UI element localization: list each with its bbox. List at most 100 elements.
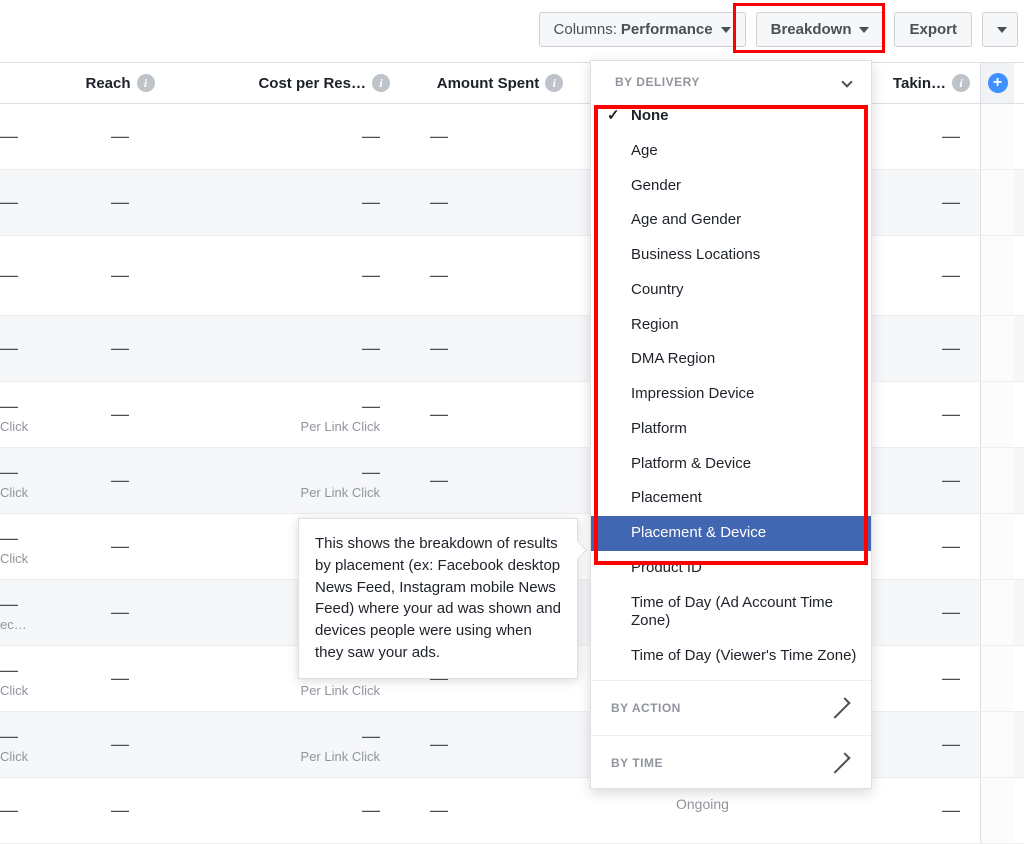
section-header-action[interactable]: BY ACTION: [591, 687, 871, 729]
columns-button[interactable]: Columns: Performance: [539, 12, 746, 47]
menu-item-platform-device[interactable]: Platform & Device: [591, 447, 871, 482]
chevron-right-icon: [829, 697, 850, 718]
menu-item-placement[interactable]: Placement: [591, 481, 871, 516]
export-label: Export: [909, 21, 957, 38]
column-header-amount-spent[interactable]: Amount Spent i: [400, 63, 600, 103]
cell: —: [0, 778, 40, 843]
menu-item-none[interactable]: ✓ None: [591, 99, 871, 134]
menu-item-gender[interactable]: Gender: [591, 169, 871, 204]
export-dropdown-button[interactable]: [982, 12, 1018, 47]
cell: —: [890, 316, 980, 381]
chevron-right-icon: [829, 752, 850, 773]
cell: —Per Link Click: [200, 382, 400, 447]
column-header-reach[interactable]: Reach i: [40, 63, 200, 103]
cell: —: [200, 316, 400, 381]
breakdown-dropdown: BY DELIVERY ✓ None Age Gender Age and Ge…: [590, 60, 872, 789]
cell: [980, 646, 1014, 711]
cell: —: [200, 236, 400, 315]
cell: —: [0, 104, 40, 169]
cell: —Click: [0, 448, 40, 513]
breakdown-label: Breakdown: [771, 21, 852, 38]
cell: —: [40, 170, 200, 235]
add-column-button[interactable]: +: [980, 63, 1014, 103]
check-icon: ✓: [607, 107, 620, 126]
info-icon[interactable]: i: [137, 74, 155, 92]
cell: —: [890, 382, 980, 447]
menu-item-product-id[interactable]: Product ID: [591, 551, 871, 586]
cell: —: [40, 104, 200, 169]
cell: —: [400, 712, 600, 777]
cell: —: [890, 170, 980, 235]
menu-item-impression-device[interactable]: Impression Device: [591, 377, 871, 412]
cell: —: [0, 236, 40, 315]
cell: —ec…: [0, 580, 40, 645]
cell: [980, 104, 1014, 169]
cell: —: [200, 778, 400, 843]
cell: [980, 778, 1014, 843]
cell: —: [890, 778, 980, 843]
cell: [980, 236, 1014, 315]
cell: —Click: [0, 382, 40, 447]
cell: [980, 448, 1014, 513]
cell: [980, 382, 1014, 447]
columns-prefix: Columns:: [554, 21, 617, 38]
export-button[interactable]: Export: [894, 12, 972, 47]
columns-value: Performance: [621, 21, 713, 38]
cell: —Click: [0, 646, 40, 711]
info-icon[interactable]: i: [372, 74, 390, 92]
cell: —: [890, 448, 980, 513]
cell: —: [400, 104, 600, 169]
menu-item-age-gender[interactable]: Age and Gender: [591, 203, 871, 238]
cell: —: [40, 514, 200, 579]
cell: —: [400, 382, 600, 447]
info-icon[interactable]: i: [545, 74, 563, 92]
cell: —: [890, 104, 980, 169]
info-icon[interactable]: i: [952, 74, 970, 92]
menu-item-tod-viewer[interactable]: Time of Day (Viewer's Time Zone): [591, 639, 871, 674]
cell: —: [890, 580, 980, 645]
cell: —: [890, 514, 980, 579]
section-header-time[interactable]: BY TIME: [591, 742, 871, 784]
cell: —: [400, 778, 600, 843]
cell: [980, 316, 1014, 381]
cell: —: [890, 236, 980, 315]
cell: —: [200, 104, 400, 169]
breakdown-button[interactable]: Breakdown: [756, 12, 885, 47]
status-ongoing: Ongoing: [676, 796, 729, 812]
cell: —: [40, 580, 200, 645]
cell: —: [40, 712, 200, 777]
menu-item-region[interactable]: Region: [591, 308, 871, 343]
cell: —Per Link Click: [200, 712, 400, 777]
menu-item-platform[interactable]: Platform: [591, 412, 871, 447]
cell: —Click: [0, 712, 40, 777]
menu-item-placement-device[interactable]: Placement & Device: [591, 516, 871, 551]
caret-down-icon: [721, 27, 731, 33]
caret-down-icon: [859, 27, 869, 33]
cell: —: [40, 316, 200, 381]
cell: —: [40, 236, 200, 315]
cell: —: [400, 170, 600, 235]
cell: —: [0, 316, 40, 381]
column-header-cost-per-result[interactable]: Cost per Res… i: [200, 63, 400, 103]
cell: —: [40, 382, 200, 447]
cell: —: [0, 170, 40, 235]
cell: —: [400, 448, 600, 513]
menu-item-tod-account[interactable]: Time of Day (Ad Account Time Zone): [591, 586, 871, 640]
cell: [980, 712, 1014, 777]
menu-item-business-locations[interactable]: Business Locations: [591, 238, 871, 273]
chevron-down-icon: [841, 76, 852, 87]
menu-item-country[interactable]: Country: [591, 273, 871, 308]
cell: [980, 514, 1014, 579]
cell: —: [890, 646, 980, 711]
plus-icon: +: [988, 73, 1008, 93]
column-header-taking[interactable]: Takin… i: [890, 63, 980, 103]
menu-item-age[interactable]: Age: [591, 134, 871, 169]
cell: —Click: [0, 514, 40, 579]
cell: —: [40, 778, 200, 843]
cell: [980, 170, 1014, 235]
cell: —: [400, 236, 600, 315]
header-spacer: [0, 63, 40, 103]
toolbar: Columns: Performance Breakdown Export: [539, 12, 1024, 47]
menu-item-dma-region[interactable]: DMA Region: [591, 342, 871, 377]
section-header-delivery[interactable]: BY DELIVERY: [591, 61, 871, 99]
